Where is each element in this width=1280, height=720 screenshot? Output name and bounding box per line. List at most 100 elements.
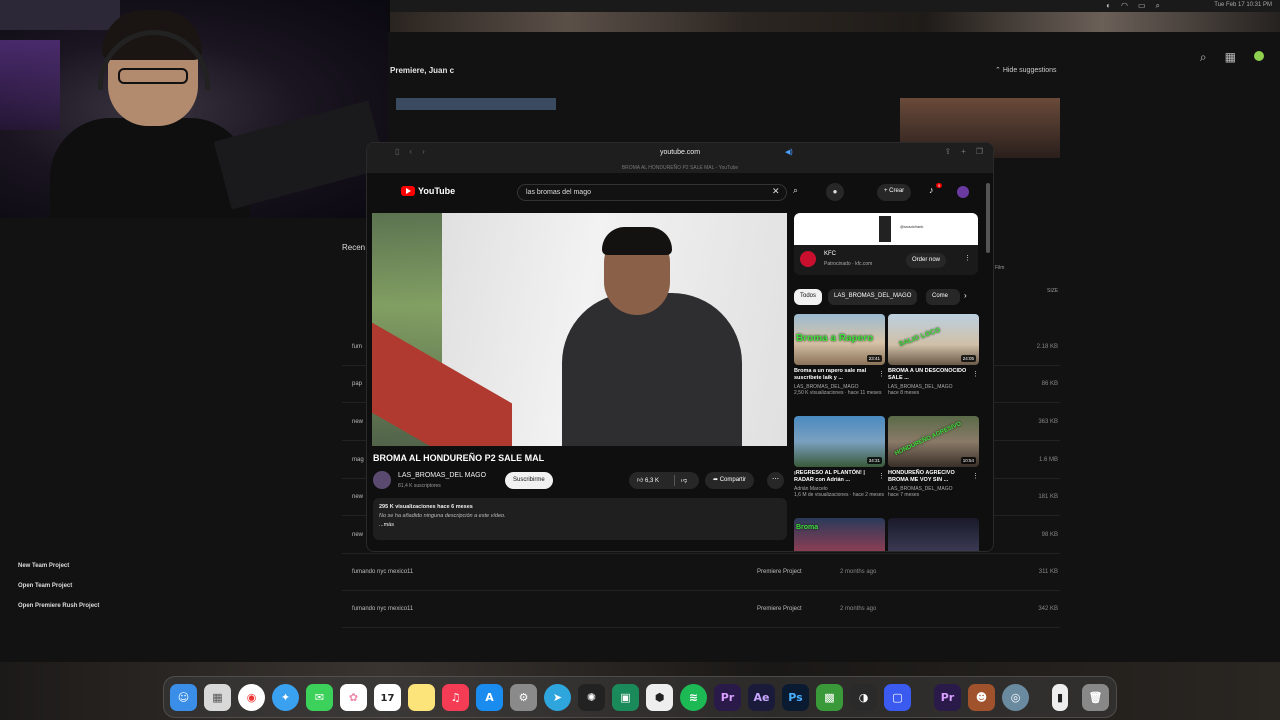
tab-title[interactable]: BROMA AL HONDUREÑO P2 SALE MAL - YouTube: [367, 165, 993, 171]
recommended-video[interactable]: [888, 518, 980, 551]
recommended-video[interactable]: Broma: [794, 518, 886, 551]
photoshop-icon[interactable]: Ps: [782, 684, 809, 711]
music-icon[interactable]: ♫: [442, 684, 469, 711]
video-thumbnail[interactable]: Broma: [794, 518, 885, 551]
suggestion-thumbnail[interactable]: [396, 98, 556, 110]
new-tab-icon[interactable]: +: [961, 147, 966, 156]
settings-icon[interactable]: ⚙: [510, 684, 537, 711]
more-vert-icon[interactable]: ⋮: [964, 254, 971, 262]
more-vert-icon[interactable]: ⋮: [972, 370, 979, 378]
hide-suggestions-button[interactable]: ⌃ Hide suggestions: [995, 66, 1057, 74]
search-icon[interactable]: ⌕: [793, 185, 798, 196]
blender-icon[interactable]: ⬢: [646, 684, 673, 711]
calendar-icon[interactable]: 17: [374, 684, 401, 711]
create-button[interactable]: + Crear: [877, 184, 912, 201]
column-header-film[interactable]: Film: [995, 265, 1004, 271]
address-bar[interactable]: youtube.com: [367, 149, 993, 156]
description-box[interactable]: 295 K visualizaciones hace 6 meses No se…: [373, 498, 787, 540]
launchpad-icon[interactable]: ▦: [204, 684, 231, 711]
account-icon[interactable]: [1254, 51, 1264, 61]
telegram-icon[interactable]: ➤: [544, 684, 571, 711]
like-button[interactable]: 👍︎ 6,3 K: [637, 476, 659, 484]
audio-playing-icon[interactable]: ◀): [785, 148, 793, 156]
search-icon[interactable]: ⌕: [1200, 50, 1207, 65]
microphone-icon[interactable]: ●: [826, 183, 844, 201]
open-rush-project-link[interactable]: Open Premiere Rush Project: [18, 603, 99, 623]
video-player[interactable]: [372, 213, 787, 446]
premiere-pro-icon[interactable]: Pr: [714, 684, 741, 711]
recommended-video[interactable]: 34:31 ¡REGRESO AL PLANTÓN! | RADAR con A…: [794, 416, 886, 498]
scrollbar[interactable]: [986, 183, 990, 253]
copilot-icon[interactable]: ▣: [612, 684, 639, 711]
safari-titlebar: ▯ ‹ › youtube.com ◀) BROMA AL HONDUREÑO …: [367, 143, 993, 173]
search-input[interactable]: las bromas del mago: [517, 184, 787, 201]
minecraft-icon[interactable]: ▩: [816, 684, 843, 711]
video-thumbnail[interactable]: SALIO LOCO 24:05: [888, 314, 979, 365]
video-thumbnail[interactable]: HONDUREÑO AGRESIVO 10:54: [888, 416, 979, 467]
open-team-project-link[interactable]: Open Team Project: [18, 583, 99, 603]
order-now-button[interactable]: Order now: [906, 253, 947, 268]
avatar[interactable]: [957, 186, 969, 198]
more-vert-icon[interactable]: ⋮: [878, 370, 885, 378]
photos-icon[interactable]: ✿: [340, 684, 367, 711]
xcode-icon[interactable]: ▢: [884, 684, 911, 711]
app-store-icon[interactable]: A: [476, 684, 503, 711]
chatgpt-icon[interactable]: ✺: [578, 684, 605, 711]
video-title[interactable]: Broma a un rapero sale mal suscribete la…: [794, 368, 876, 383]
share-icon[interactable]: ⇪: [944, 147, 951, 156]
document-icon[interactable]: ▮: [1052, 684, 1068, 711]
ad-sponsored-label: Patrocinado · kfc.com: [824, 261, 873, 267]
battery-icon[interactable]: ▭: [1138, 1, 1146, 11]
chip-todos[interactable]: Todos: [794, 289, 823, 305]
video-thumbnail[interactable]: 34:31: [794, 416, 885, 467]
more-vert-icon[interactable]: ⋮: [972, 472, 979, 480]
chip-channel[interactable]: LAS_BROMAS_DEL_MAGO: [828, 289, 918, 305]
channel-name[interactable]: LAS_BROMAS_DEL MAGO: [398, 472, 486, 479]
chip-more[interactable]: Come: [926, 289, 960, 305]
youtube-logo[interactable]: YouTube: [401, 186, 455, 196]
steam-icon[interactable]: ◑: [850, 684, 877, 711]
chrome-icon[interactable]: ◉: [238, 684, 265, 711]
notes-icon[interactable]: [408, 684, 435, 711]
video-title[interactable]: HONDUREÑO AGRECIVO BROMA ME VOY SIN ...: [888, 470, 970, 485]
tab-overview-icon[interactable]: ❐: [976, 147, 983, 156]
premiere-pro-icon[interactable]: Pr: [934, 684, 961, 711]
video-thumbnail[interactable]: [888, 518, 979, 551]
chevron-right-icon[interactable]: ›: [964, 291, 967, 300]
subscribe-button[interactable]: Suscribirme: [505, 472, 553, 489]
gift-icon[interactable]: ▦: [1225, 50, 1236, 65]
glasses: [118, 68, 188, 84]
column-header-size[interactable]: SIZE: [1047, 288, 1058, 294]
video-title[interactable]: BROMA A UN DESCONOCIDO SALE ...: [888, 368, 970, 383]
wifi-icon[interactable]: ◠: [1121, 1, 1128, 11]
video-thumbnail[interactable]: Broma a Rapero 23:41: [794, 314, 885, 365]
messages-icon[interactable]: ✉: [306, 684, 333, 711]
recommended-video[interactable]: SALIO LOCO 24:05 BROMA A UN DESCONOCIDO …: [888, 314, 980, 396]
ad-card[interactable]: @snackfrank KFC Patrocinado · kfc.com Or…: [794, 213, 978, 275]
recommended-video[interactable]: Broma a Rapero 23:41 Broma a un rapero s…: [794, 314, 886, 396]
new-team-project-link[interactable]: New Team Project: [18, 563, 99, 583]
more-icon[interactable]: ⋯: [767, 472, 784, 489]
game-icon[interactable]: ☻: [968, 684, 995, 711]
bell-icon[interactable]: ♪: [929, 185, 934, 195]
spotify-icon[interactable]: ≋: [680, 684, 707, 711]
finder-icon[interactable]: ☺: [170, 684, 197, 711]
thumbnail-text: HONDUREÑO AGRESIVO: [894, 420, 963, 458]
trash-icon[interactable]: 🗑︎: [1082, 684, 1109, 711]
table-row[interactable]: fumando nyc mexico11 Premiere Project 2 mo…: [342, 555, 1060, 591]
search-icon[interactable]: ⌕: [1156, 1, 1160, 11]
after-effects-icon[interactable]: Ae: [748, 684, 775, 711]
share-button[interactable]: ➦ Compartir: [705, 472, 755, 489]
table-row[interactable]: fumando nyc mexico11 Premiere Project 2 mo…: [342, 592, 1060, 628]
dislike-icon[interactable]: 👎︎: [681, 476, 687, 484]
channel-avatar[interactable]: [373, 471, 391, 489]
show-more-link[interactable]: ...más: [379, 522, 781, 528]
preview-icon[interactable]: ◎: [1002, 684, 1029, 711]
more-vert-icon[interactable]: ⋮: [878, 472, 885, 480]
close-icon[interactable]: ✕: [772, 186, 780, 197]
safari-icon[interactable]: ✦: [272, 684, 299, 711]
recommended-video[interactable]: HONDUREÑO AGRESIVO 10:54 HONDUREÑO AGREC…: [888, 416, 980, 498]
ad-banner[interactable]: @snackfrank: [794, 213, 978, 245]
video-title[interactable]: ¡REGRESO AL PLANTÓN! | RADAR con Adrián …: [794, 470, 876, 485]
control-center-icon[interactable]: ◐: [1106, 1, 1111, 11]
